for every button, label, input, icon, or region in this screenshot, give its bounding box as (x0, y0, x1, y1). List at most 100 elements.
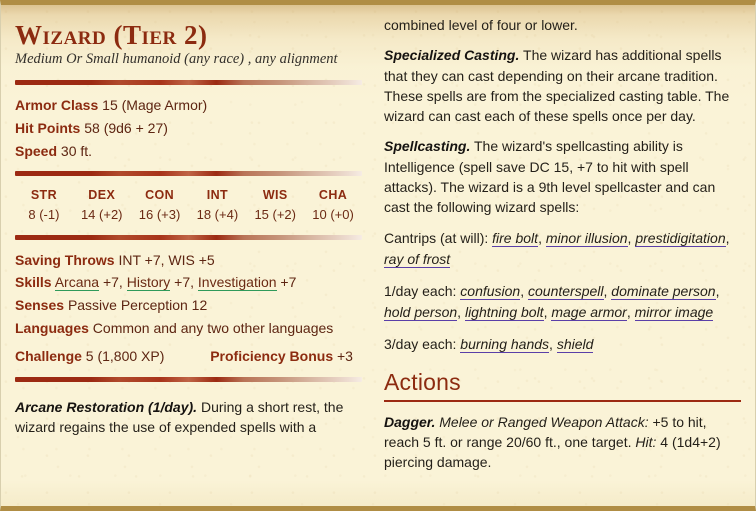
skill-bonus: +7, (99, 274, 127, 291)
ability-name: CON (145, 188, 175, 203)
ability-score: 18 (+4) (196, 207, 239, 223)
trait-paragraph: Specialized Casting. The wizard has addi… (384, 45, 741, 126)
spell-group: Cantrips (at will): fire bolt, minor ill… (384, 228, 741, 270)
spell-link-fire-bolt[interactable]: fire bolt (492, 229, 539, 247)
ability-score: 15 (+2) (254, 207, 296, 223)
continuation-paragraph: combined level of four or lower. (384, 17, 578, 33)
spell-link-burning-hands[interactable]: burning hands (460, 335, 550, 353)
spell-separator: , (520, 282, 528, 299)
senses-label: Senses (15, 296, 65, 313)
challenge-row: Challenge 5 (1,800 XP) Proficiency Bonus… (15, 345, 362, 368)
action-paragraph: Dagger. Melee or Ranged Weapon Attack: +… (384, 412, 741, 473)
divider-rule-abilities-bottom (15, 234, 362, 240)
hit-points-label: Hit Points (15, 120, 81, 137)
spell-link-hold-person[interactable]: hold person (384, 303, 458, 321)
trait-name: Spellcasting. (384, 138, 471, 155)
spell-link-ray-of-frost[interactable]: ray of frost (384, 250, 451, 268)
spell-separator: , (549, 335, 557, 352)
spell-link-mage-armor[interactable]: mage armor (551, 303, 627, 321)
divider-rule-traits (15, 376, 362, 382)
skills-row: Skills Arcana +7, History +7, Investigat… (15, 271, 362, 294)
divider-rule-abilities-top (15, 171, 362, 177)
statblock-panel: Wizard (Tier 2) Medium Or Small humanoid… (0, 0, 756, 511)
proficiency-bonus-label: Proficiency Bonus (210, 348, 334, 365)
skill-bonus: +7 (276, 274, 297, 291)
trait-paragraph: Arcane Restoration (1/day). During a sho… (15, 397, 362, 438)
actions-heading: Actions (384, 368, 461, 395)
ability-wis: WIS 15 (+2) (246, 185, 304, 225)
proficiency-bonus-value: +3 (337, 348, 353, 365)
armor-class-row: Armor Class 15 (Mage Armor) (15, 94, 362, 117)
spell-group-list: Cantrips (at will): fire bolt, minor ill… (384, 228, 741, 355)
challenge-value: 5 (1,800 XP) (85, 348, 165, 365)
challenge-label: Challenge (15, 348, 82, 365)
spell-separator: , (715, 282, 720, 299)
spell-link-prestidigitation[interactable]: prestidigitation (635, 229, 726, 247)
hit-points-value: 58 (9d6 + 27) (84, 120, 168, 137)
ability-score: 16 (+3) (138, 207, 181, 223)
spell-frequency-label: Cantrips (at will): (384, 229, 493, 246)
creature-name: Wizard (Tier 2) (15, 20, 208, 50)
skill-link-arcana[interactable]: Arcana (54, 274, 100, 292)
skill-link-history[interactable]: History (126, 274, 171, 292)
statblock-columns: Wizard (Tier 2) Medium Or Small humanoid… (1, 5, 755, 506)
action-hit-label: Hit: (635, 433, 657, 450)
skill-link-investigation[interactable]: Investigation (197, 274, 277, 292)
languages-row: Languages Common and any two other langu… (15, 317, 362, 340)
spell-link-confusion[interactable]: confusion (460, 282, 521, 300)
spell-group: 3/day each: burning hands, shield (384, 334, 741, 355)
right-traits-list: Specialized Casting. The wizard has addi… (384, 45, 741, 217)
spell-link-lightning-bolt[interactable]: lightning bolt (464, 303, 544, 321)
trait-name: Arcane Restoration (1/day). (15, 398, 198, 415)
saving-throws-label: Saving Throws (15, 251, 115, 268)
actions-list: Dagger. Melee or Ranged Weapon Attack: +… (384, 412, 741, 473)
skill-bonus: +7, (170, 274, 198, 291)
spell-group: 1/day each: confusion, counterspell, dom… (384, 281, 741, 323)
ability-name: INT (206, 188, 229, 203)
ability-score: 8 (-1) (28, 207, 60, 223)
spell-frequency-label: 3/day each: (384, 335, 461, 352)
creature-type-line: Medium Or Small humanoid (any race) , an… (15, 51, 338, 68)
spell-separator: , (626, 303, 635, 320)
ability-name: DEX (88, 188, 116, 203)
trait-paragraph: Spellcasting. The wizard's spellcasting … (384, 136, 741, 217)
hit-points-row: Hit Points 58 (9d6 + 27) (15, 117, 362, 140)
spell-link-shield[interactable]: shield (556, 335, 594, 353)
ability-name: CHA (318, 188, 348, 203)
ability-str: STR 8 (-1) (15, 185, 73, 225)
left-traits-list: Arcane Restoration (1/day). During a sho… (15, 397, 362, 438)
speed-value: 30 ft. (60, 142, 93, 159)
spell-frequency-label: 1/day each: (384, 282, 461, 299)
secondary-stats: Saving Throws INT +7, WIS +5 Skills Arca… (15, 249, 362, 368)
ability-score-table: STR 8 (-1) DEX 14 (+2) CON 16 (+3) INT 18 (+4) W… (15, 185, 362, 225)
ability-cha: CHA 10 (+0) (304, 185, 362, 225)
divider-rule-top (15, 80, 362, 86)
spell-link-counterspell[interactable]: counterspell (528, 282, 604, 300)
action-name: Dagger. (384, 413, 436, 430)
spell-separator: , (725, 229, 730, 246)
spell-link-mirror-image[interactable]: mirror image (634, 303, 714, 321)
defense-stats: Armor Class 15 (Mage Armor) Hit Points 5… (15, 94, 362, 162)
languages-label: Languages (15, 319, 89, 336)
spell-separator: , (538, 229, 546, 246)
speed-label: Speed (15, 142, 58, 159)
armor-class-value: 15 (Mage Armor) (102, 97, 208, 114)
skills-value: Arcana +7, History +7, Investigation +7 (54, 274, 297, 292)
actions-divider (384, 399, 741, 402)
senses-row: Senses Passive Perception 12 (15, 294, 362, 317)
statblock-left-column: Wizard (Tier 2) Medium Or Small humanoid… (1, 15, 378, 506)
spell-link-minor-illusion[interactable]: minor illusion (545, 229, 628, 247)
skills-label: Skills (15, 274, 52, 291)
statblock-right-column: combined level of four or lower. Special… (378, 15, 755, 506)
trait-name: Specialized Casting. (384, 47, 520, 64)
ability-name: STR (30, 188, 58, 203)
armor-class-label: Armor Class (15, 97, 99, 114)
speed-row: Speed 30 ft. (15, 140, 362, 163)
spell-separator: , (457, 303, 465, 320)
ability-dex: DEX 14 (+2) (73, 185, 131, 225)
action-attack-type: Melee or Ranged Weapon Attack: (439, 413, 649, 430)
senses-value: Passive Perception 12 (67, 296, 208, 313)
spell-link-dominate-person[interactable]: dominate person (611, 282, 716, 300)
ability-con: CON 16 (+3) (131, 185, 189, 225)
ability-int: INT 18 (+4) (188, 185, 246, 225)
